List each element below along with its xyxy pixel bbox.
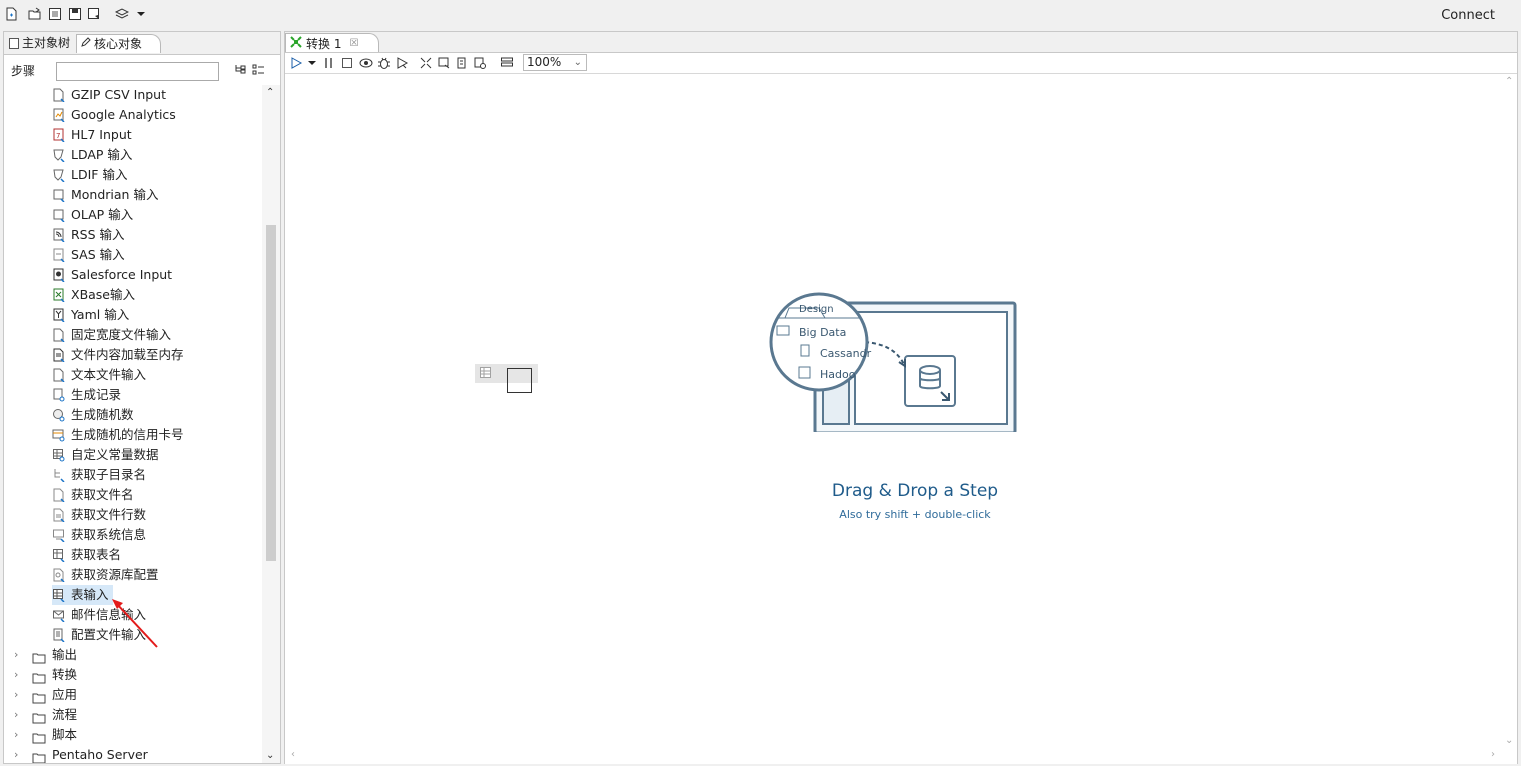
- preview-icon[interactable]: [359, 56, 373, 70]
- illustration-folder-label: Big Data: [799, 326, 847, 339]
- scroll-right-icon[interactable]: ›: [1491, 749, 1495, 760]
- tab-transformation-1[interactable]: 转换 1 ☒: [285, 33, 380, 52]
- editor-tabs: 转换 1 ☒: [285, 32, 1517, 53]
- run-dropdown-icon[interactable]: [305, 56, 319, 70]
- debug-icon[interactable]: [377, 56, 391, 70]
- canvas-vertical-scrollbar[interactable]: ⌃ ⌄: [1501, 74, 1517, 746]
- run-icon[interactable]: [289, 56, 303, 70]
- transformation-icon: [290, 35, 302, 51]
- drag-drop-title: Drag & Drop a Step: [831, 481, 999, 501]
- replay-icon[interactable]: [395, 56, 409, 70]
- annotation-arrow-tree: [112, 599, 158, 648]
- drop-target-box: [507, 368, 532, 393]
- pause-icon[interactable]: [322, 56, 336, 70]
- tab-label: 转换 1: [306, 36, 342, 51]
- transformation-editor: 转换 1 ☒ 100% ⌄ ⌃ ⌄ ‹ › Design Big Data Ca…: [284, 31, 1518, 764]
- close-icon[interactable]: ☒: [349, 38, 358, 49]
- sql-icon[interactable]: [455, 56, 469, 70]
- illustration-child-2: Hadoo: [820, 368, 856, 381]
- scroll-down-icon[interactable]: ⌄: [1505, 735, 1513, 746]
- illustration-design-tab: Design: [799, 304, 834, 315]
- explore-db-icon[interactable]: [473, 56, 487, 70]
- editor-toolbar: 100% ⌄: [285, 53, 1517, 74]
- zoom-select[interactable]: 100% ⌄: [523, 54, 587, 71]
- table-input-icon: [480, 367, 491, 378]
- verify-icon[interactable]: [419, 56, 433, 70]
- transformation-canvas[interactable]: ⌃ ⌄ ‹ › Design Big Data Cassandr Hadoo D…: [285, 74, 1517, 764]
- canvas-horizontal-scrollbar[interactable]: ‹ ›: [285, 748, 1501, 764]
- show-results-icon[interactable]: [500, 56, 514, 70]
- scroll-up-icon[interactable]: ⌃: [1505, 76, 1513, 87]
- drag-drop-hint: Also try shift + double-click: [839, 508, 991, 521]
- zoom-value: 100%: [527, 55, 562, 69]
- impact-icon[interactable]: [437, 56, 451, 70]
- scroll-left-icon[interactable]: ‹: [291, 749, 295, 760]
- illustration-child-1: Cassandr: [820, 347, 872, 360]
- stop-icon[interactable]: [340, 56, 354, 70]
- chevron-down-icon[interactable]: ⌄: [574, 55, 582, 70]
